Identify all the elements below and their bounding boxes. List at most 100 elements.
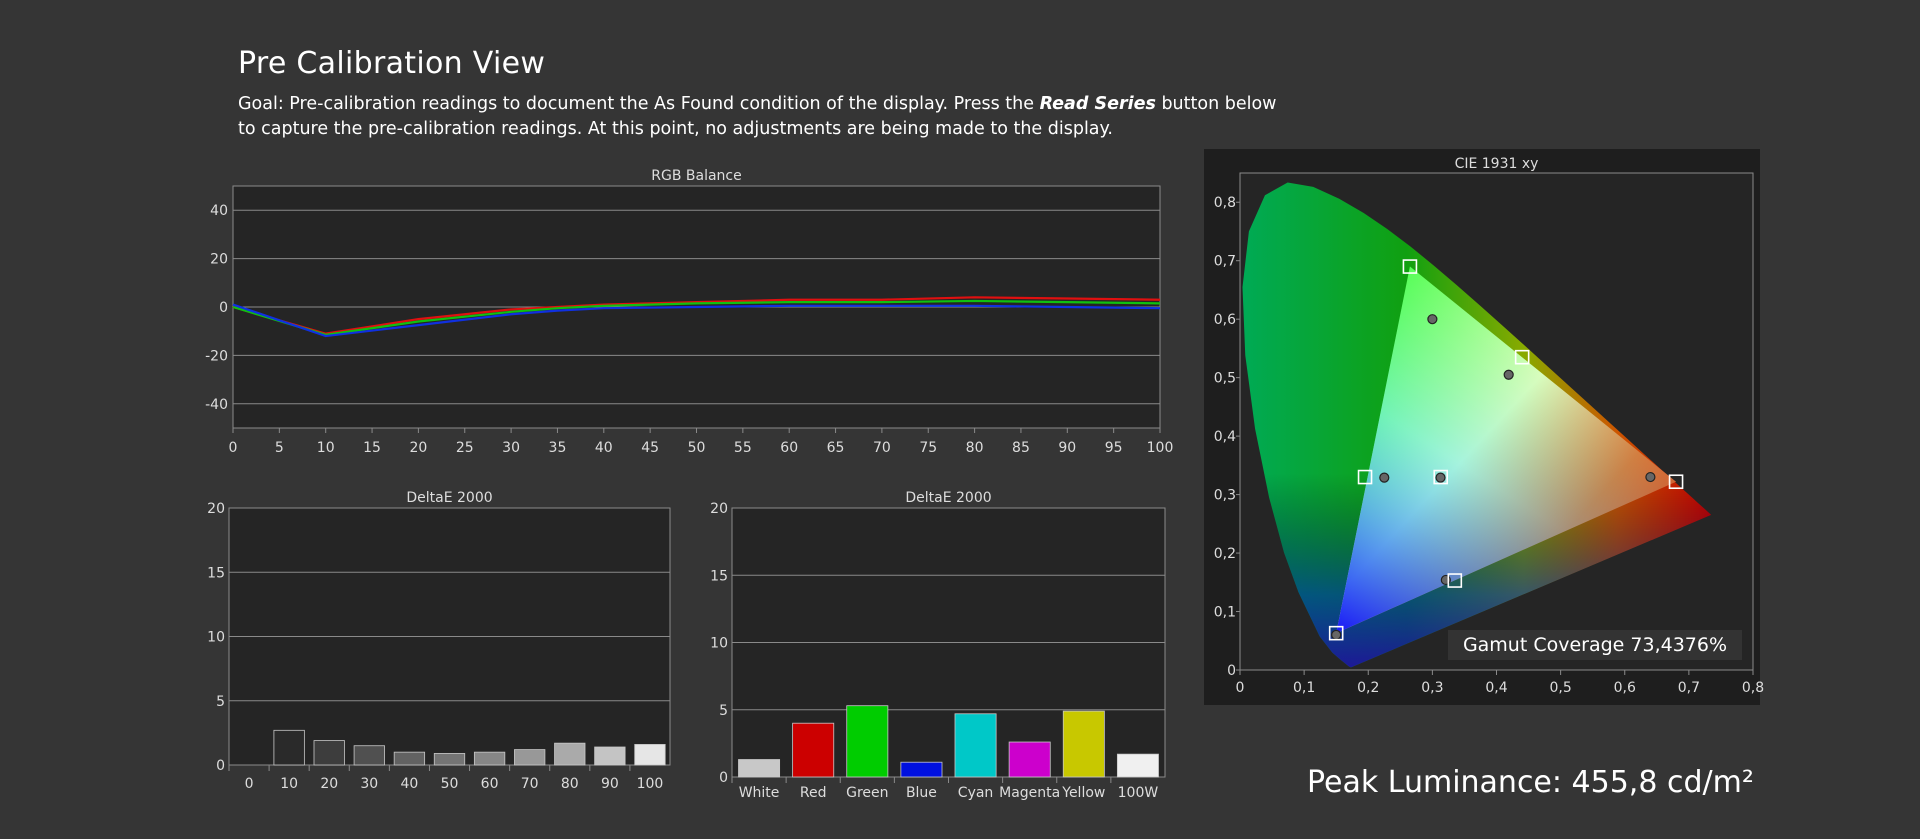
cie-xtick-label: 0,6 xyxy=(1614,680,1636,696)
deltae-gray-bar xyxy=(433,753,466,766)
deltae-gray-bar xyxy=(594,746,626,766)
deltae-gray-xtick-label: 90 xyxy=(601,776,619,792)
deltae-color-bar xyxy=(1116,753,1159,778)
deltae-gray-chart-title: DeltaE 2000 xyxy=(406,490,492,506)
deltae-color-xtick-label: Cyan xyxy=(958,785,994,801)
deltae-colors-chart: DeltaE 2000 20 15 10 5 0 White Red Green Blue Cyan… xyxy=(710,490,1166,801)
rgb-xtick-label: 0 xyxy=(229,440,238,456)
deltae-color-bar xyxy=(738,759,781,778)
deltae-color-chart-title: DeltaE 2000 xyxy=(905,490,991,506)
deltae-color-ytick-label: 0 xyxy=(719,770,728,786)
rgb-balance-chart: RGB Balance 40 20 0 -20 -40 0 5 10 15 20 25 30 35 40 45… xyxy=(205,168,1173,456)
rgb-xtick-label: 40 xyxy=(595,440,613,456)
deltae-color-xtick-label: White xyxy=(739,785,780,801)
deltae-gray-xtick-label: 30 xyxy=(360,776,378,792)
deltae-color-xtick-label: Magenta xyxy=(999,785,1060,801)
rgb-ytick-label: 0 xyxy=(219,300,228,316)
deltae-gray-xtick-label: 100 xyxy=(637,776,664,792)
deltae-color-ytick-label: 15 xyxy=(710,568,728,584)
rgb-ytick-label: 40 xyxy=(210,203,228,219)
deltae-color-bar xyxy=(1008,741,1051,778)
rgb-xtick-label: 80 xyxy=(966,440,984,456)
deltae-color-xtick-label: Red xyxy=(800,785,827,801)
deltae-gray-ytick-label: 10 xyxy=(207,630,225,646)
deltae-gray-bar xyxy=(353,745,385,766)
cie-ytick-label: 0,3 xyxy=(1214,488,1236,504)
deltae-gray-bar xyxy=(393,751,426,766)
cie-xtick-label: 0 xyxy=(1236,680,1245,696)
cie-xtick-label: 0,7 xyxy=(1678,680,1700,696)
deltae-color-bar xyxy=(1062,710,1105,778)
cie-xtick-label: 0,2 xyxy=(1357,680,1379,696)
rgb-xtick-label: 25 xyxy=(456,440,474,456)
deltae-gray-xtick-label: 70 xyxy=(521,776,539,792)
rgb-xtick-label: 55 xyxy=(734,440,752,456)
deltae-grayscale-chart: DeltaE 2000201510500 10 20 30 40 50 60 70 80 90 10… xyxy=(207,490,671,792)
rgb-xtick-label: 60 xyxy=(780,440,798,456)
rgb-xtick-label: 10 xyxy=(317,440,335,456)
cie-target-point xyxy=(1427,314,1438,325)
rgb-xtick-label: 20 xyxy=(409,440,427,456)
cie-chart: CIE 1931 xy 0,8 0,7 0,6 0,5 0,4 0,3 0,2 0,1 00 0,1… xyxy=(1204,149,1764,705)
deltae-color-bar xyxy=(900,761,943,778)
deltae-gray-xtick-label: 0 xyxy=(245,776,254,792)
deltae-color-ytick-label: 5 xyxy=(719,703,728,719)
deltae-gray-bar xyxy=(273,729,305,766)
deltae-color-xtick-label: 100W xyxy=(1118,785,1159,801)
rgb-chart-title: RGB Balance xyxy=(651,168,741,184)
deltae-gray-bar xyxy=(554,742,586,766)
rgb-ytick-label: -40 xyxy=(205,397,228,413)
rgb-ytick-label: 20 xyxy=(210,252,228,268)
rgb-xtick-label: 70 xyxy=(873,440,891,456)
deltae-gray-xtick-label: 80 xyxy=(561,776,579,792)
deltae-color-bar xyxy=(792,722,835,778)
rgb-xtick-label: 95 xyxy=(1105,440,1123,456)
deltae-gray-xtick-label: 50 xyxy=(441,776,459,792)
deltae-gray-ytick-label: 5 xyxy=(216,694,225,710)
cie-xtick-label: 0,4 xyxy=(1485,680,1507,696)
peak-luminance: Peak Luminance: 455,8 cd/m² xyxy=(1307,765,1754,800)
deltae-color-xtick-label: Yellow xyxy=(1061,785,1105,801)
deltae-gray-ytick-label: 15 xyxy=(207,565,225,581)
deltae-gray-xtick-label: 60 xyxy=(481,776,499,792)
deltae-color-bar xyxy=(846,705,889,778)
deltae-gray-bar xyxy=(313,740,345,766)
deltae-gray-bar xyxy=(514,749,546,766)
rgb-xtick-label: 30 xyxy=(502,440,520,456)
rgb-xtick-label: 50 xyxy=(688,440,706,456)
cie-xtick-label: 0,1 xyxy=(1293,680,1315,696)
deltae-gray-ytick-label: 20 xyxy=(207,501,225,517)
rgb-xtick-label: 65 xyxy=(827,440,845,456)
cie-ytick-label: 0,4 xyxy=(1214,429,1236,445)
cie-target-point xyxy=(1503,369,1514,380)
rgb-xtick-label: 85 xyxy=(1012,440,1030,456)
cie-ytick-label: 0,5 xyxy=(1214,371,1236,387)
deltae-color-bar xyxy=(954,713,997,778)
cie-xtick-label: 0,5 xyxy=(1549,680,1571,696)
rgb-xtick-label: 75 xyxy=(919,440,937,456)
cie-ytick-label: 0,1 xyxy=(1214,605,1236,621)
rgb-xtick-label: 15 xyxy=(363,440,381,456)
rgb-xtick-label: 35 xyxy=(549,440,567,456)
cie-target-point xyxy=(1645,471,1656,483)
cie-target-point xyxy=(1435,472,1446,483)
rgb-xtick-label: 100 xyxy=(1147,440,1174,456)
deltae-color-xtick-label: Green xyxy=(846,785,888,801)
cie-target-point xyxy=(1379,472,1390,483)
cie-chart-title: CIE 1931 xy xyxy=(1455,156,1539,172)
charts-canvas: RGB Balance 40 20 0 -20 -40 0 5 10 15 20 25 30 35 40 45… xyxy=(205,149,1764,801)
rgb-xtick-label: 45 xyxy=(641,440,659,456)
cie-ytick-label: 0 xyxy=(1227,663,1236,679)
deltae-gray-bar xyxy=(473,751,506,766)
deltae-color-ytick-label: 10 xyxy=(710,636,728,652)
rgb-ytick-label: -20 xyxy=(205,348,228,364)
cie-ytick-label: 0,2 xyxy=(1214,546,1236,562)
cie-ytick-label: 0,6 xyxy=(1214,312,1236,328)
deltae-gray-bar xyxy=(634,744,666,766)
cie-xtick-label: 0,8 xyxy=(1742,680,1764,696)
deltae-color-ytick-label: 20 xyxy=(710,501,728,517)
gamut-coverage-label: Gamut Coverage 73,4376% xyxy=(1448,630,1742,660)
deltae-gray-xtick-label: 40 xyxy=(400,776,418,792)
cie-ytick-label: 0,8 xyxy=(1214,195,1236,211)
rgb-xtick-label: 90 xyxy=(1058,440,1076,456)
